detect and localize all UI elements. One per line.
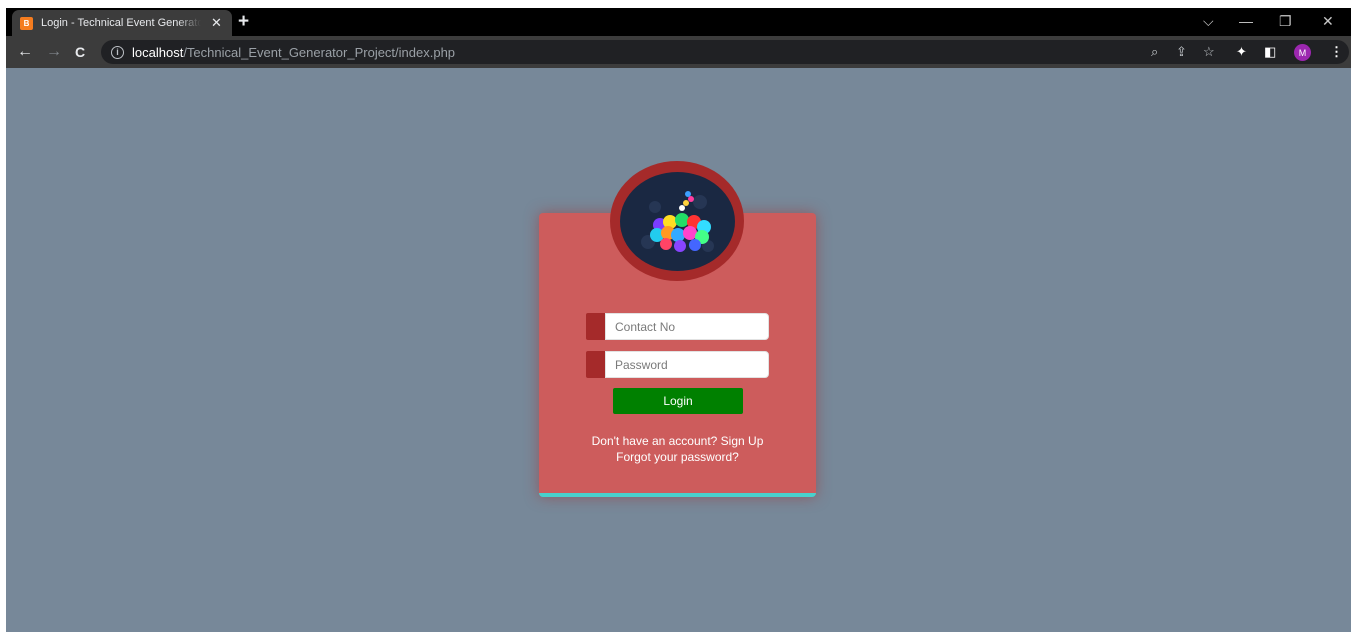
zoom-icon[interactable]: ⌕ bbox=[1151, 43, 1158, 61]
profile-avatar[interactable]: M bbox=[1294, 44, 1311, 61]
tab-strip: B Login - Technical Event Generator Proj… bbox=[6, 8, 1351, 36]
browser-tab[interactable]: B Login - Technical Event Generator Proj… bbox=[12, 10, 232, 36]
tab-close-icon[interactable]: ✕ bbox=[211, 15, 222, 31]
contact-field-row bbox=[586, 313, 769, 340]
back-button[interactable]: ← bbox=[17, 42, 33, 62]
browser-window: B Login - Technical Event Generator Proj… bbox=[6, 8, 1351, 632]
signup-link[interactable]: Don't have an account? Sign Up bbox=[539, 433, 816, 449]
side-panel-icon[interactable]: ◧ bbox=[1264, 43, 1276, 61]
login-button[interactable]: Login bbox=[613, 388, 743, 414]
forward-button[interactable]: → bbox=[46, 42, 62, 62]
menu-icon[interactable]: ⋮ bbox=[1330, 43, 1343, 61]
contact-field-accent bbox=[586, 313, 605, 340]
close-window-button[interactable]: ✕ bbox=[1322, 12, 1334, 30]
contact-number-input[interactable] bbox=[605, 313, 769, 340]
url-text[interactable]: localhost/Technical_Event_Generator_Proj… bbox=[132, 45, 455, 60]
restore-button[interactable]: ❐ bbox=[1279, 12, 1292, 30]
tab-title: Login - Technical Event Generator Projec… bbox=[41, 17, 201, 29]
forgot-password-link[interactable]: Forgot your password? bbox=[539, 449, 816, 465]
minimize-button[interactable]: — bbox=[1239, 12, 1253, 30]
extensions-icon[interactable]: ✦ bbox=[1236, 43, 1247, 61]
password-field-accent bbox=[586, 351, 605, 378]
url-path: /Technical_Event_Generator_Project/index… bbox=[183, 44, 456, 60]
share-icon[interactable]: ⇪ bbox=[1176, 43, 1187, 61]
password-field-row bbox=[586, 351, 769, 378]
bookmark-star-icon[interactable]: ☆ bbox=[1203, 43, 1215, 61]
tab-search-icon[interactable]: ⌵ bbox=[1203, 12, 1214, 30]
url-host: localhost bbox=[132, 44, 184, 60]
favicon-icon: B bbox=[20, 16, 33, 30]
site-info-icon[interactable]: i bbox=[111, 45, 124, 59]
reload-button[interactable]: C bbox=[75, 42, 85, 62]
browser-toolbar: ← → C i localhost/Technical_Event_Genera… bbox=[6, 36, 1351, 68]
event-logo-icon bbox=[620, 172, 735, 271]
address-bar[interactable]: i localhost/Technical_Event_Generator_Pr… bbox=[101, 40, 1349, 64]
password-input[interactable] bbox=[605, 351, 769, 378]
new-tab-button[interactable]: + bbox=[238, 12, 249, 32]
